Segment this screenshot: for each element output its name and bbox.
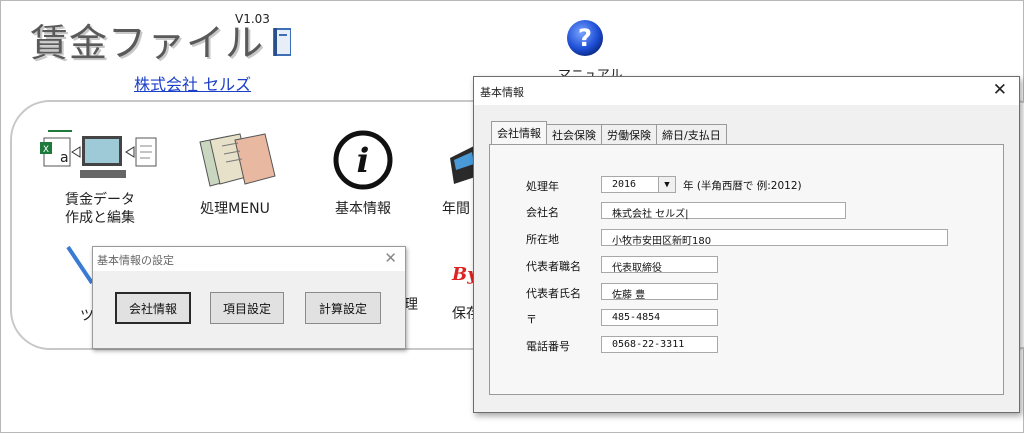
phone-label: 電話番号: [526, 340, 570, 353]
menu-basic-info-label: 基本情報: [335, 201, 391, 217]
address-label: 所在地: [526, 233, 559, 246]
menu-annual-label: 年間: [442, 201, 470, 217]
calc-settings-button[interactable]: 計算設定: [305, 292, 381, 324]
menu-annual[interactable]: 年間: [440, 130, 474, 220]
menu-wage-data-label-2: 作成と編集: [65, 210, 135, 226]
zip-field[interactable]: 485-4854: [601, 309, 718, 326]
menu-save-label: 保存: [452, 306, 474, 322]
svg-text:a: a: [60, 150, 69, 166]
dialog-title: 基本情報の設定: [97, 254, 174, 267]
books-icon: [199, 133, 276, 187]
zip-label: 〒: [526, 313, 537, 326]
menu-processing[interactable]: 処理MENU: [180, 130, 290, 220]
menu-processing-label: 処理MENU: [200, 201, 270, 217]
menu-save[interactable]: By 保存: [448, 262, 474, 332]
register-icon: [450, 146, 474, 184]
phone-field[interactable]: 0568-22-3311: [601, 336, 718, 353]
close-icon[interactable]: ✕: [384, 249, 397, 267]
svg-text:By: By: [451, 264, 474, 285]
dropdown-arrow-icon[interactable]: ▼: [658, 177, 675, 192]
dialog-title: 基本情報: [480, 86, 524, 99]
basic-info-dialog: 基本情報 ✕ 会社情報 社会保険 労働保険 締日/支払日 処理年 2016 ▼ …: [473, 76, 1020, 413]
rep-name-field[interactable]: 佐藤 豊: [601, 283, 718, 301]
tab-social-insurance[interactable]: 社会保険: [546, 124, 602, 144]
company-link[interactable]: 株式会社 セルズ: [134, 71, 251, 95]
year-value: 2016: [612, 179, 637, 190]
basic-info-settings-dialog: 基本情報の設定 ✕ 会社情報 項目設定 計算設定: [92, 246, 406, 349]
tab-company-info[interactable]: 会社情報: [491, 121, 547, 144]
rep-title-field[interactable]: 代表取締役: [601, 256, 718, 274]
app-title: 賃金ファイル: [30, 21, 265, 65]
info-icon: i: [333, 130, 393, 190]
company-info-button[interactable]: 会社情報: [115, 292, 191, 324]
close-icon[interactable]: ✕: [993, 80, 1007, 100]
item-settings-button[interactable]: 項目設定: [210, 292, 284, 324]
company-label: 会社名: [526, 206, 559, 219]
address-field[interactable]: 小牧市安田区新町180: [601, 229, 948, 247]
version-label: V1.03: [235, 12, 270, 26]
book-icon: [273, 28, 291, 56]
rep-title-label: 代表者職名: [526, 260, 581, 273]
year-note: 年 (半角西暦で 例:2012): [683, 180, 802, 192]
svg-text:?: ?: [578, 24, 592, 52]
excel-computer-icon: X a: [40, 130, 157, 178]
tab-panel-company-info: 処理年 2016 ▼ 年 (半角西暦で 例:2012) 会社名 株式会社 セルズ…: [489, 144, 1004, 395]
menu-management-label: 理: [404, 297, 418, 313]
company-field[interactable]: 株式会社 セルズ|: [601, 202, 846, 220]
tab-closing-payment[interactable]: 締日/支払日: [656, 124, 727, 144]
help-icon[interactable]: ?: [565, 18, 605, 58]
menu-wage-data-label-1: 賃金データ: [65, 192, 135, 208]
tab-strip: 会社情報 社会保険 労働保険 締日/支払日: [491, 121, 727, 144]
rep-name-label: 代表者氏名: [526, 287, 581, 300]
dialog-titlebar[interactable]: 基本情報 ✕: [474, 77, 1019, 105]
tab-labor-insurance[interactable]: 労働保険: [601, 124, 657, 144]
dialog-titlebar[interactable]: 基本情報の設定 ✕: [93, 247, 405, 271]
bye-icon: By: [451, 264, 474, 285]
menu-management[interactable]: 理: [404, 295, 424, 315]
svg-text:i: i: [357, 141, 370, 181]
menu-wage-data[interactable]: X a 賃金データ 作成と編集: [35, 130, 165, 230]
year-select[interactable]: 2016 ▼: [601, 176, 676, 193]
svg-text:X: X: [43, 145, 49, 155]
menu-basic-info[interactable]: i 基本情報: [318, 130, 408, 220]
year-label: 処理年: [526, 180, 559, 193]
